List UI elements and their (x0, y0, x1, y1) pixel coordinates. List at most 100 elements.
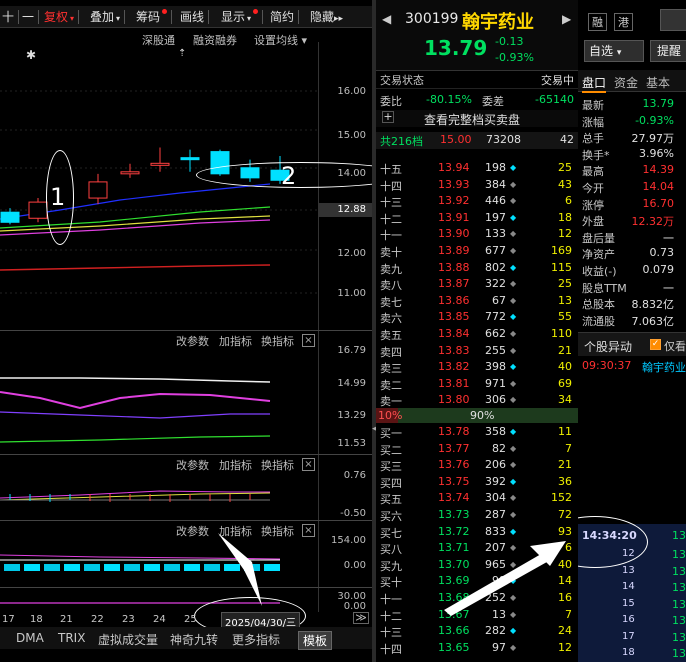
account-button[interactable] (660, 9, 686, 31)
level-price: 13.86 (438, 293, 470, 307)
ask-row[interactable]: 卖六 13.85 772 ◆ 55 (376, 309, 578, 326)
indicator-axis-label: 0.00 (343, 560, 366, 571)
ask-row[interactable]: 十一 13.90 133 ◆ 12 (376, 226, 578, 243)
ask-row[interactable]: 卖三 13.82 398 ◆ 40 (376, 359, 578, 376)
date-tick-label: 23 (122, 614, 135, 625)
level-volume: 322 (485, 277, 506, 291)
flag-diamond-icon: ◆ (510, 163, 517, 172)
next-stock-icon[interactable]: ▶ (562, 12, 571, 26)
panel-close-icon[interactable]: × (302, 524, 315, 537)
ask-row[interactable]: 十三 13.92 446 ◆ 6 (376, 193, 578, 210)
remind-button[interactable]: 提醒 (650, 40, 686, 62)
level-volume: 446 (485, 194, 506, 208)
ask-row[interactable]: 卖七 13.86 67 ◆ 13 (376, 293, 578, 310)
bid-row[interactable]: 买四 13.75 392 ◆ 36 (376, 474, 578, 491)
price-change-pct: -0.93% (495, 51, 534, 64)
bid-row[interactable]: 买二 13.77 82 ◆ 7 (376, 441, 578, 458)
bid-row[interactable]: 买十 13.69 99 ◆ 14 (376, 573, 578, 590)
level-label: 买四 (380, 476, 402, 490)
stat-label: 换手* (582, 148, 610, 162)
bid-row[interactable]: 买八 13.71 207 ◆ 6 (376, 540, 578, 557)
price-axis-label: 16.00 (337, 86, 366, 97)
full-book-link[interactable]: + 查看完整档买卖盘 (376, 110, 578, 127)
level-volume: 99 (492, 574, 506, 588)
ask-row[interactable]: 卖五 13.84 662 ◆ 110 (376, 326, 578, 343)
panel-add-button[interactable]: 加指标 (219, 457, 252, 473)
indicator-tab-2[interactable]: 虚拟成交量 (98, 631, 158, 648)
level-volume: 304 (485, 491, 506, 505)
info-tab-2[interactable]: 基本 (646, 74, 670, 91)
indicator-tab-5[interactable]: 模板 (298, 631, 333, 650)
stat-row: 涨停 16.70 (578, 196, 686, 213)
flag-diamond-icon: ◆ (510, 312, 517, 322)
panel-switch-button[interactable]: 换指标 (261, 457, 294, 473)
panel-params-button[interactable]: 改参数 (176, 333, 209, 349)
watchlist-button[interactable]: 自选 ▾ (584, 40, 644, 62)
volume-bar (204, 564, 220, 571)
panel-close-icon[interactable]: × (302, 334, 315, 347)
ask-row[interactable]: 卖一 13.80 306 ◆ 34 (376, 392, 578, 409)
ask-row[interactable]: 卖十 13.89 677 ◆ 169 (376, 243, 578, 260)
indicator-tab-0[interactable]: DMA (16, 631, 44, 645)
alert-checkbox[interactable]: ✓ (650, 339, 661, 350)
level-price: 13.80 (438, 393, 470, 407)
panel-close-icon[interactable]: × (302, 458, 315, 471)
ask-row[interactable]: 卖二 13.81 971 ◆ 69 (376, 376, 578, 393)
indicator-tab-1[interactable]: TRIX (58, 631, 85, 645)
trade-time: 18 (622, 647, 635, 658)
bid-row[interactable]: 十一 13.68 252 ◆ 16 (376, 590, 578, 607)
volume-bar (124, 564, 140, 571)
bid-row[interactable]: 买六 13.73 287 ◆ 72 (376, 507, 578, 524)
info-tab-1[interactable]: 资金 (614, 74, 638, 91)
level-price: 13.82 (438, 360, 470, 374)
stat-row: 盘后量 一 (578, 229, 686, 246)
bid-row[interactable]: 十四 13.65 97 ◆ 12 (376, 640, 578, 657)
level-label: 卖六 (380, 312, 402, 326)
ask-row[interactable]: 十二 13.91 197 ◆ 18 (376, 210, 578, 227)
panel-switch-button[interactable]: 换指标 (261, 523, 294, 539)
ask-row[interactable]: 卖九 13.88 802 ◆ 115 (376, 260, 578, 277)
bid-row[interactable]: 买五 13.74 304 ◆ 152 (376, 490, 578, 507)
price-change: -0.13 (495, 35, 524, 48)
ask-row[interactable]: 十五 13.94 198 ◆ 25 (376, 160, 578, 177)
indicator-tab-3[interactable]: 神奇九转 (170, 631, 218, 648)
kline-chart-pane[interactable]: 十一复权 ▾ 叠加 ▾ 筹码 画线 显示 ▾ 简约 隐藏▸▸ 深股通 融资融券 设置均线 ▾ ✱ … (0, 0, 372, 662)
panel-switch-button[interactable]: 换指标 (261, 333, 294, 349)
trade-price: 13 (672, 630, 686, 644)
indicator-tab-4[interactable]: 更多指标 (232, 631, 280, 648)
volume-bar (4, 564, 20, 571)
bid-row[interactable]: 十三 13.66 282 ◆ 24 (376, 623, 578, 640)
bid-row[interactable]: 买九 13.70 965 ◆ 40 (376, 557, 578, 574)
panel-params-button[interactable]: 改参数 (176, 457, 209, 473)
level-volume: 252 (485, 591, 506, 604)
more-tabs-button[interactable]: ≫ (353, 612, 369, 624)
panel-add-button[interactable]: 加指标 (219, 523, 252, 539)
quote-panel: ◀ 300199 翰宇药业 ▶ 13.79 -0.13 -0.93% 交易状态 … (376, 0, 578, 662)
kline-svg (0, 90, 318, 604)
flag-diamond-icon: ◆ (510, 642, 517, 652)
level-label: 十一 (380, 593, 402, 606)
level-volume: 965 (485, 557, 506, 571)
level-volume: 287 (485, 508, 506, 521)
ask-row[interactable]: 十四 13.93 384 ◆ 43 (376, 177, 578, 194)
prev-stock-icon[interactable]: ◀ (382, 12, 391, 26)
level-order-count: 12 (558, 640, 572, 654)
stat-label: 涨停 (582, 198, 604, 212)
panel-add-button[interactable]: 加指标 (219, 333, 252, 349)
level-label: 十三 (380, 626, 402, 640)
panel-params-button[interactable]: 改参数 (176, 523, 209, 539)
level-label: 十二 (380, 212, 402, 226)
alert-row[interactable]: 09:30:37 翰宇药业 (578, 358, 686, 374)
bid-row[interactable]: 买七 13.72 833 ◆ 93 (376, 524, 578, 541)
trade-time: 17 (622, 630, 635, 642)
annotation-label-1: 1 (50, 183, 66, 211)
stat-value: 16.70 (642, 196, 675, 210)
ask-row[interactable]: 卖四 13.83 255 ◆ 21 (376, 343, 578, 360)
bid-row[interactable]: 买一 13.78 358 ◆ 11 (376, 424, 578, 441)
bid-row[interactable]: 买三 13.76 206 ◆ 21 (376, 457, 578, 474)
ask-row[interactable]: 卖八 13.87 322 ◆ 25 (376, 276, 578, 293)
bid-row[interactable]: 十二 13.67 13 ◆ 7 (376, 607, 578, 624)
flag-diamond-icon: ◆ (510, 246, 517, 255)
info-tab-0[interactable]: 盘口 (582, 74, 607, 93)
level-order-count: 21 (558, 343, 572, 357)
